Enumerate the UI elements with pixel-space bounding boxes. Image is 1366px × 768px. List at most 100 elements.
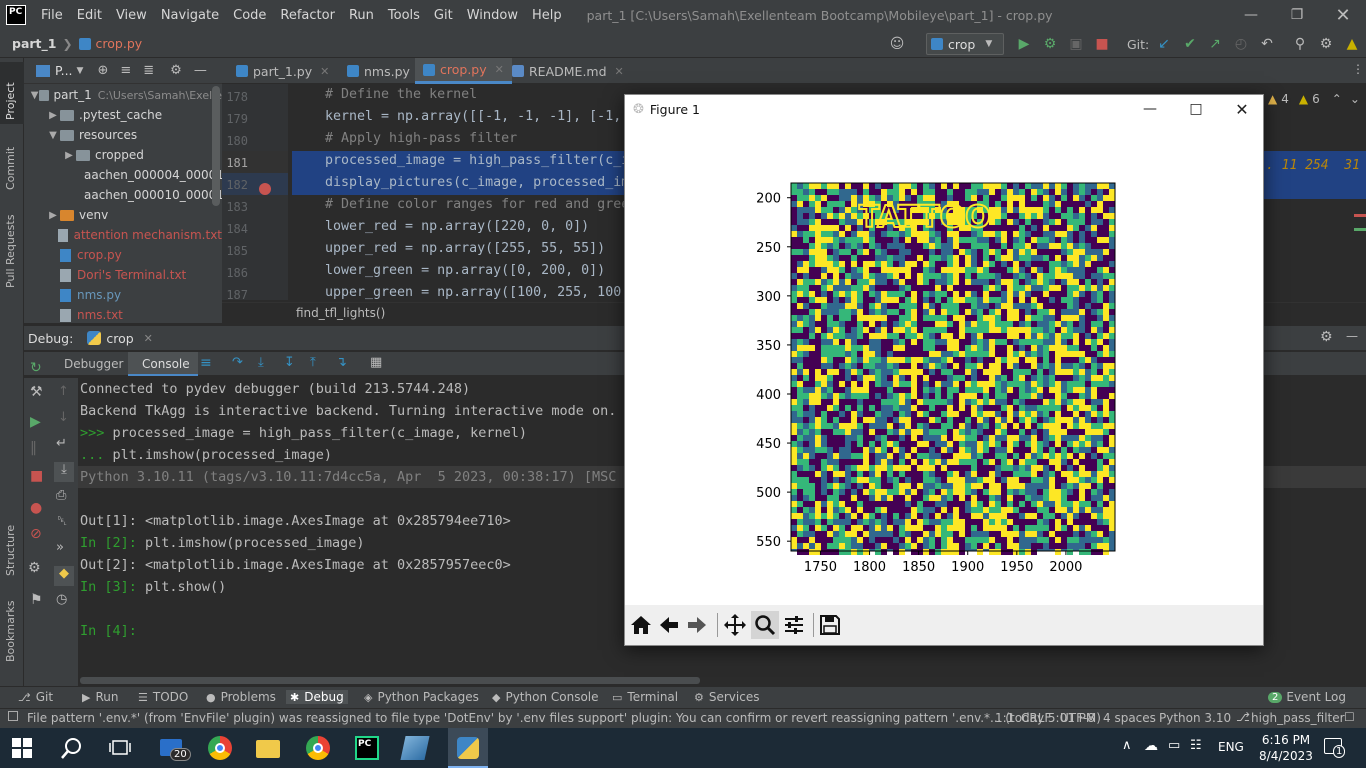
- menu-code[interactable]: Code: [226, 8, 273, 23]
- stop-icon[interactable]: ■: [30, 468, 43, 484]
- git-commit-icon[interactable]: ✔: [1180, 34, 1200, 54]
- interpreter[interactable]: Python 3.10: [1159, 711, 1231, 725]
- evaluate-table-icon[interactable]: ▦: [370, 355, 382, 370]
- tool-tab-run[interactable]: ▶ Run: [82, 690, 118, 704]
- tool-tab-todo[interactable]: ☰ TODO: [138, 690, 188, 704]
- clock-history-icon[interactable]: ◷: [56, 592, 67, 607]
- heatmap-image[interactable]: TATTOO: [791, 183, 1115, 555]
- code-line[interactable]: # Define the kernel: [325, 87, 477, 102]
- tree-item[interactable]: ▶ venv: [24, 205, 222, 225]
- coverage-icon[interactable]: ▣: [1066, 34, 1086, 54]
- bookmarks-tool-label[interactable]: Bookmarks: [4, 601, 17, 662]
- project-tool-label[interactable]: Project: [4, 82, 17, 120]
- home-icon[interactable]: [627, 611, 655, 639]
- debug-bug-icon[interactable]: ⚙: [1040, 34, 1060, 54]
- clock[interactable]: 6:16 PM 8/4/2023: [1258, 732, 1314, 764]
- close-tab-icon[interactable]: ✕: [495, 63, 504, 76]
- menu-edit[interactable]: Edit: [70, 8, 109, 23]
- function-breadcrumb[interactable]: find_tfl_lights(): [296, 306, 385, 320]
- cursor-position[interactable]: 1:1: [995, 711, 1014, 725]
- tool-tab-debug[interactable]: ✱ Debug: [286, 690, 348, 704]
- expand-all-icon[interactable]: ≡: [120, 63, 131, 78]
- run-icon[interactable]: ▶: [1014, 34, 1034, 54]
- minimize-icon[interactable]: —: [1127, 95, 1173, 123]
- hide-panel-icon[interactable]: —: [1346, 329, 1358, 343]
- restore-icon[interactable]: ❐: [1274, 0, 1320, 30]
- chrome-icon[interactable]: [208, 736, 232, 760]
- tree-item[interactable]: nms.txt: [24, 305, 222, 325]
- tree-item[interactable]: crop.py: [24, 245, 222, 265]
- step-over-icon[interactable]: ↷: [232, 355, 243, 370]
- step-into-my-code-icon[interactable]: ↧: [284, 355, 295, 370]
- tree-scrollbar[interactable]: [212, 86, 220, 206]
- code-line[interactable]: upper_green = np.array([100, 255, 100: [325, 285, 621, 300]
- windows-start-icon[interactable]: [12, 738, 32, 758]
- expand-arrow-icon[interactable]: ▶: [46, 210, 60, 221]
- editor-tab[interactable]: crop.py ✕: [415, 58, 512, 84]
- error-stripe[interactable]: [1354, 214, 1366, 217]
- step-into-icon[interactable]: ⤓: [258, 355, 264, 370]
- step-out-icon[interactable]: ⤒: [310, 355, 316, 370]
- panel-settings-icon[interactable]: ⚙: [170, 63, 182, 78]
- structure-tool-label[interactable]: Structure: [4, 525, 17, 576]
- notepad-icon[interactable]: [400, 736, 430, 760]
- chevron-up-icon[interactable]: ∧: [1122, 738, 1132, 753]
- event-log-tab[interactable]: 2 Event Log: [1268, 690, 1346, 704]
- minimize-icon[interactable]: —: [1228, 0, 1274, 30]
- console-tab[interactable]: Console: [142, 357, 190, 371]
- close-icon[interactable]: ✕: [1320, 0, 1366, 30]
- forward-arrow-icon[interactable]: [683, 611, 711, 639]
- menu-run[interactable]: Run: [342, 8, 381, 23]
- editor-tab[interactable]: part_1.py ✕: [228, 58, 337, 84]
- code-line[interactable]: lower_green = np.array([0, 200, 0]): [325, 263, 605, 278]
- pan-move-icon[interactable]: [721, 611, 749, 639]
- editor-tab[interactable]: README.md ✕: [504, 58, 632, 84]
- tree-item[interactable]: ▼ part_1 C:\Users\Samah\Exelle: [24, 85, 222, 105]
- tree-item[interactable]: Dori's Terminal.txt: [24, 265, 222, 285]
- clear-trash-icon[interactable]: ␡: [57, 514, 67, 529]
- menu-view[interactable]: View: [109, 8, 154, 23]
- task-view-icon[interactable]: [108, 736, 132, 760]
- menu-navigate[interactable]: Navigate: [154, 8, 226, 23]
- network-icon[interactable]: ☷: [1190, 738, 1202, 753]
- chevron-up-icon[interactable]: ⌃: [1332, 92, 1342, 106]
- close-tab-icon[interactable]: ✕: [615, 65, 624, 78]
- menu-git[interactable]: Git: [427, 8, 460, 23]
- scroll-to-end-icon[interactable]: ⤓: [54, 462, 74, 482]
- wrench-icon[interactable]: ⚒: [30, 384, 43, 400]
- breakpoint-icon[interactable]: [259, 183, 271, 195]
- debugger-tab[interactable]: Debugger: [64, 357, 123, 371]
- maximize-icon[interactable]: □: [1173, 95, 1219, 123]
- stop-icon[interactable]: ■: [1092, 34, 1112, 54]
- user-icon[interactable]: ☺: [882, 34, 912, 54]
- file-explorer-icon[interactable]: [256, 740, 280, 758]
- mute-breakpoints-icon[interactable]: ⊘: [30, 526, 42, 542]
- configure-subplots-icon[interactable]: [780, 611, 808, 639]
- code-line[interactable]: # Apply high-pass filter: [325, 131, 517, 146]
- nav-file[interactable]: crop.py: [96, 36, 143, 51]
- cloud-icon[interactable]: ☁: [1144, 738, 1158, 754]
- rerun-icon[interactable]: ↻: [30, 360, 42, 376]
- settings-gear-icon[interactable]: ⚙: [1316, 34, 1336, 54]
- more-tabs-icon[interactable]: ⋮: [1352, 62, 1364, 76]
- menu-file[interactable]: File: [34, 8, 70, 23]
- rollback-icon[interactable]: ↶: [1257, 34, 1277, 54]
- lock-icon[interactable]: ☐: [1344, 710, 1355, 724]
- project-view-label[interactable]: P...: [55, 63, 73, 78]
- git-update-icon[interactable]: ↙: [1154, 34, 1174, 54]
- tool-tab-services[interactable]: ⚙ Services: [694, 690, 759, 704]
- code-line[interactable]: upper_red = np.array([255, 55, 55]): [325, 241, 605, 256]
- expand-arrow-icon[interactable]: ▼: [46, 130, 60, 141]
- update-icon[interactable]: ▲: [1342, 34, 1362, 54]
- menu-lines-icon[interactable]: ≡: [200, 355, 212, 371]
- zoom-magnifier-icon[interactable]: [751, 611, 779, 639]
- inspection-widget[interactable]: ▲ 4 ▲ 6 ⌃ ⌄: [1268, 92, 1360, 106]
- python-figure-task[interactable]: [448, 728, 488, 768]
- menu-tools[interactable]: Tools: [381, 8, 427, 23]
- pull-requests-tool-label[interactable]: Pull Requests: [4, 215, 17, 288]
- print-icon[interactable]: ⎙: [56, 488, 66, 503]
- debug-config-tab[interactable]: crop: [106, 331, 133, 346]
- search-icon[interactable]: ⚲: [1290, 34, 1310, 54]
- code-line[interactable]: kernel = np.array([[-1, -1, -1], [-1,: [325, 109, 621, 124]
- file-encoding[interactable]: UTF-8: [1060, 711, 1095, 725]
